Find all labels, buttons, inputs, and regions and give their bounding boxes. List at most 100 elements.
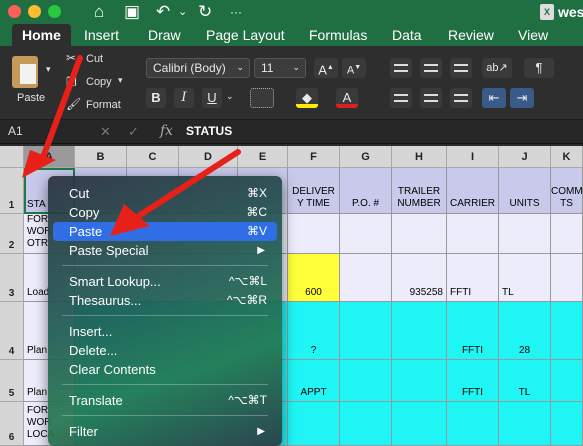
cell-i5[interactable]: FFTI xyxy=(447,360,499,402)
row-header-1[interactable]: 1 xyxy=(0,168,24,214)
zoom-window-button[interactable] xyxy=(48,5,61,18)
cell-k5[interactable] xyxy=(551,360,583,402)
italic-button[interactable]: I xyxy=(174,88,194,108)
confirm-formula-icon[interactable]: ✓ xyxy=(128,124,139,140)
cell-f3[interactable]: 600 xyxy=(288,254,340,302)
redo-icon[interactable]: ↻ xyxy=(198,2,212,22)
column-header-f[interactable]: F xyxy=(288,146,340,168)
cell-j6[interactable] xyxy=(499,402,551,446)
menu-item-filter[interactable]: Filter ▶ xyxy=(53,422,277,441)
cell-j4[interactable]: 28 xyxy=(499,302,551,360)
tab-data[interactable]: Data xyxy=(392,24,422,46)
minimize-window-button[interactable] xyxy=(28,5,41,18)
row-header-3[interactable]: 3 xyxy=(0,254,24,302)
cell-i2[interactable] xyxy=(447,214,499,254)
menu-item-thesaurus[interactable]: Thesaurus... ^⌥⌘R xyxy=(53,291,277,310)
menu-item-copy[interactable]: Copy ⌘C xyxy=(53,203,277,222)
column-header-c[interactable]: C xyxy=(127,146,179,168)
cell-f4[interactable]: ? xyxy=(288,302,340,360)
fill-color-icon[interactable]: ◆ xyxy=(296,88,318,108)
cell-g1[interactable]: P.O. # xyxy=(340,168,392,214)
underline-button[interactable]: U xyxy=(202,88,222,108)
row-header-4[interactable]: 4 xyxy=(0,302,24,360)
tab-review[interactable]: Review xyxy=(448,24,494,46)
column-header-k[interactable]: K xyxy=(551,146,583,168)
align-bottom-icon[interactable] xyxy=(450,58,472,78)
cell-f2[interactable] xyxy=(288,214,340,254)
menu-item-paste-special[interactable]: Paste Special ▶ xyxy=(53,241,277,260)
more-icon[interactable]: ··· xyxy=(230,2,242,22)
bold-button[interactable]: B xyxy=(146,88,166,108)
cell-i6[interactable] xyxy=(447,402,499,446)
row-header-6[interactable]: 6 xyxy=(0,402,24,446)
align-right-icon[interactable] xyxy=(450,88,472,108)
close-window-button[interactable] xyxy=(8,5,21,18)
cut-button[interactable]: Cut xyxy=(86,53,103,65)
cell-g4[interactable] xyxy=(340,302,392,360)
menu-item-cut[interactable]: Cut ⌘X xyxy=(53,184,277,203)
align-top-icon[interactable] xyxy=(390,58,412,78)
home-icon[interactable]: ⌂ xyxy=(94,2,104,22)
column-header-g[interactable]: G xyxy=(340,146,392,168)
align-center-icon[interactable] xyxy=(420,88,442,108)
cell-g6[interactable] xyxy=(340,402,392,446)
align-left-icon[interactable] xyxy=(390,88,412,108)
cell-g2[interactable] xyxy=(340,214,392,254)
tab-page-layout[interactable]: Page Layout xyxy=(206,24,285,46)
cell-i4[interactable]: FFTI xyxy=(447,302,499,360)
copy-dropdown-icon[interactable]: ▾ xyxy=(118,75,123,86)
row-header-5[interactable]: 5 xyxy=(0,360,24,402)
column-header-b[interactable]: B xyxy=(75,146,127,168)
menu-item-delete[interactable]: Delete... xyxy=(53,341,277,360)
column-header-d[interactable]: D xyxy=(179,146,238,168)
cell-k3[interactable] xyxy=(551,254,583,302)
orientation-icon[interactable]: ab↗ xyxy=(482,58,512,78)
font-name-select[interactable]: Calibri (Body) ⌄ xyxy=(146,58,250,78)
align-middle-icon[interactable] xyxy=(420,58,442,78)
cell-h5[interactable] xyxy=(392,360,447,402)
cell-g5[interactable] xyxy=(340,360,392,402)
cell-j3[interactable]: TL xyxy=(499,254,551,302)
name-box[interactable]: A1 xyxy=(8,124,23,138)
tab-formulas[interactable]: Formulas xyxy=(309,24,367,46)
paste-clipboard-icon[interactable] xyxy=(12,56,38,88)
cell-k4[interactable] xyxy=(551,302,583,360)
menu-item-translate[interactable]: Translate ^⌥⌘T xyxy=(53,391,277,410)
cell-h2[interactable] xyxy=(392,214,447,254)
cell-f6[interactable] xyxy=(288,402,340,446)
save-icon[interactable]: ▣ xyxy=(124,2,140,22)
increase-font-size-button[interactable]: A▲ xyxy=(314,58,338,78)
tab-view[interactable]: View xyxy=(518,24,548,46)
formula-input[interactable]: STATUS xyxy=(186,124,232,138)
menu-item-paste[interactable]: Paste ⌘V xyxy=(53,222,277,241)
column-header-j[interactable]: J xyxy=(499,146,551,168)
tab-insert[interactable]: Insert xyxy=(84,24,119,46)
font-size-select[interactable]: 11 ⌄ xyxy=(254,58,306,78)
function-icon[interactable]: fx xyxy=(160,123,173,139)
cell-i3[interactable]: FFTI xyxy=(447,254,499,302)
copy-button[interactable]: Copy xyxy=(86,76,112,88)
cell-h6[interactable] xyxy=(392,402,447,446)
cell-j1[interactable]: UNITS xyxy=(499,168,551,214)
cell-j2[interactable] xyxy=(499,214,551,254)
paste-button-label[interactable]: Paste xyxy=(17,92,45,104)
paragraph-direction-icon[interactable]: ¶ xyxy=(524,58,554,78)
borders-icon[interactable] xyxy=(250,88,274,108)
cell-h4[interactable] xyxy=(392,302,447,360)
increase-indent-icon[interactable]: ⇥ xyxy=(510,88,534,108)
cell-f5[interactable]: APPT xyxy=(288,360,340,402)
underline-dropdown-icon[interactable]: ⌄ xyxy=(226,91,234,102)
cell-k1[interactable]: COMM TS xyxy=(551,168,583,214)
tab-draw[interactable]: Draw xyxy=(148,24,181,46)
cell-k2[interactable] xyxy=(551,214,583,254)
cell-i1[interactable]: CARRIER xyxy=(447,168,499,214)
cell-g3[interactable] xyxy=(340,254,392,302)
cell-f1[interactable]: DELIVER Y TIME xyxy=(288,168,340,214)
copy-icon[interactable]: ❐ xyxy=(66,75,77,89)
menu-item-clear-contents[interactable]: Clear Contents xyxy=(53,360,277,379)
cut-icon[interactable]: ✂ xyxy=(66,51,76,65)
format-painter-button[interactable]: Format xyxy=(86,99,121,111)
decrease-indent-icon[interactable]: ⇤ xyxy=(482,88,506,108)
cell-h1[interactable]: TRAILER NUMBER xyxy=(392,168,447,214)
row-header-2[interactable]: 2 xyxy=(0,214,24,254)
